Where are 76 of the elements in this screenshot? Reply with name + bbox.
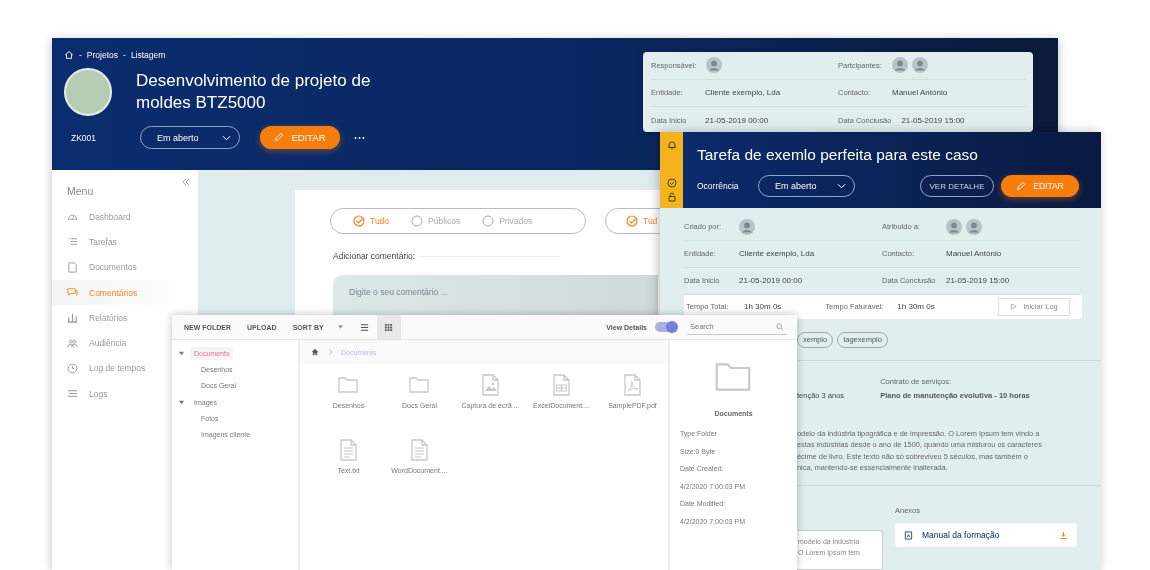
edit-button[interactable]: EDITAR — [1001, 175, 1079, 197]
expand-caret-icon[interactable] — [179, 350, 184, 356]
edit-button[interactable]: EDITAR — [260, 126, 340, 149]
check-circle-icon[interactable] — [666, 177, 677, 188]
document-icon — [67, 261, 78, 273]
task-title: Tarefa de exemlo perfeita para este caso — [697, 146, 979, 164]
field-value: 21-05-2019 15:00 — [946, 276, 1010, 285]
field-value: 21-05-2019 00:00 — [739, 276, 803, 285]
breadcrumb-link[interactable]: Listagem — [130, 50, 166, 60]
attachment-name: Manual da formação — [922, 530, 1001, 540]
filter-option[interactable]: Tudo — [353, 215, 390, 227]
avatar — [966, 218, 982, 235]
menu-item[interactable]: Dashboard — [52, 204, 137, 230]
attachment-item[interactable]: Manual da formação — [895, 523, 1077, 547]
avatar — [946, 218, 962, 235]
pencil-icon — [1016, 181, 1026, 191]
more-icon[interactable] — [354, 135, 365, 140]
play-icon — [1010, 303, 1018, 310]
field-value: Manuel António — [892, 88, 948, 98]
breadcrumb-link[interactable]: Projetos — [86, 50, 119, 60]
download-icon[interactable] — [1059, 530, 1068, 540]
chevron-down-icon — [222, 134, 231, 141]
project-code: ZK001 — [70, 132, 98, 143]
breadcrumb-separator: - — [123, 50, 126, 60]
caret-icon[interactable] — [337, 325, 343, 329]
home-icon[interactable] — [64, 50, 74, 60]
bell-icon[interactable] — [666, 140, 677, 150]
field-value: 1h 30m 0s — [744, 302, 782, 311]
menu-item[interactable]: Logs — [52, 381, 114, 407]
comment-field[interactable]: Digite o seu comentário ... — [333, 275, 658, 315]
avatar — [892, 57, 908, 74]
project-title: Desenvolvimento de projeto de moldes BTZ5000 — [136, 70, 372, 114]
collapse-icon[interactable] — [182, 178, 190, 186]
menu-item[interactable]: Log de tempos — [52, 355, 152, 382]
clock-icon — [67, 362, 78, 374]
avatar — [739, 218, 755, 235]
field-value: Cliente exemplo, Lda — [739, 249, 815, 258]
lock-icon[interactable] — [666, 191, 677, 202]
field-value: 1h 30m 0s — [897, 302, 935, 311]
menu-item[interactable]: Relatórios — [52, 305, 134, 331]
grid-view-button[interactable] — [376, 315, 401, 339]
field-value: 21-05-2019 00:00 — [705, 116, 769, 125]
expand-caret-icon[interactable] — [179, 399, 184, 405]
avatar — [912, 57, 928, 74]
menu-item[interactable]: Tarefas — [52, 229, 123, 255]
occurrence-label: Ocorrência — [697, 181, 740, 191]
grid-icon — [384, 322, 394, 332]
radio-circle-icon — [411, 215, 424, 227]
field-value: Manuel António — [946, 249, 1002, 258]
radio-circle-icon — [482, 215, 495, 227]
breadcrumb-separator: - — [79, 50, 82, 60]
check-circle-icon — [353, 215, 365, 227]
list-icon — [67, 236, 78, 248]
check-circle-icon — [626, 215, 638, 227]
field-value: 21-05-2019 15:00 — [901, 116, 965, 125]
project-thumbnail — [64, 68, 112, 116]
field-value: Cliente exemplo, Lda — [705, 88, 781, 98]
comment-label: Adicionar comentário: — [333, 251, 416, 261]
avatar — [706, 57, 723, 74]
gauge-icon — [67, 211, 78, 223]
people-icon — [67, 337, 78, 349]
menu-item[interactable]: Audiência — [52, 330, 133, 356]
list-icon — [360, 322, 370, 332]
menu-title: Menu — [67, 185, 94, 199]
search-icon — [776, 323, 784, 331]
bar-chart-icon — [67, 312, 78, 324]
chevron-down-icon — [837, 183, 846, 189]
pencil-icon — [274, 133, 284, 142]
chevron-right-icon — [328, 349, 333, 355]
document-icon — [904, 530, 913, 540]
chat-icon — [67, 287, 78, 299]
filter-option[interactable]: Tud — [626, 215, 658, 227]
view-details-toggle[interactable] — [655, 322, 677, 332]
home-icon[interactable] — [310, 348, 319, 356]
folder-icon — [715, 362, 752, 392]
menu-item[interactable]: Documentos — [52, 254, 143, 280]
